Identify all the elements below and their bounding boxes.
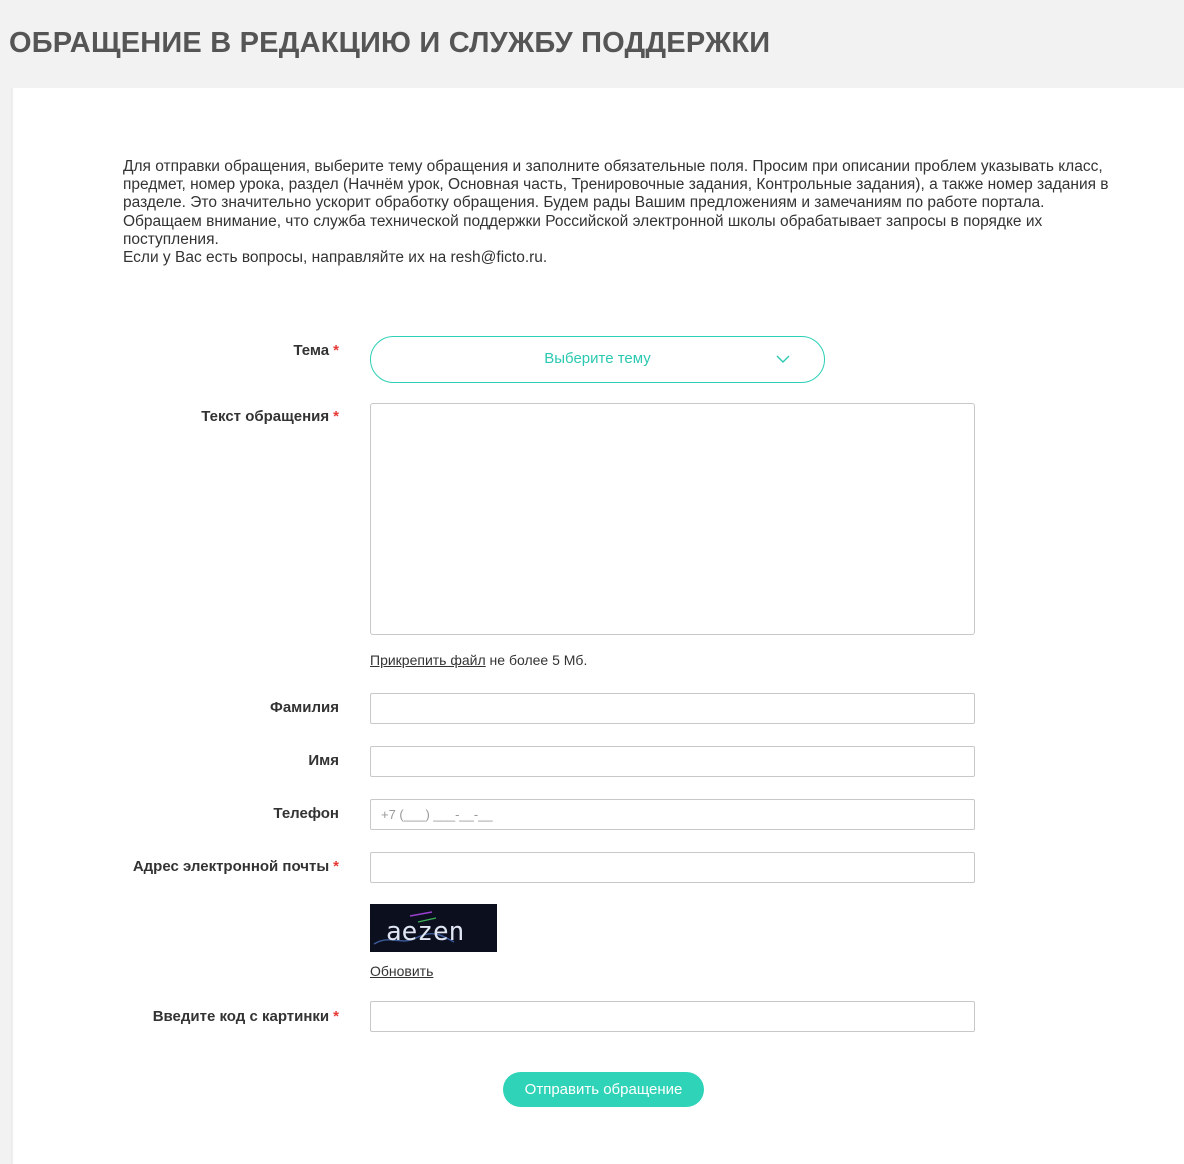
surname-label: Фамилия (270, 699, 339, 716)
attach-file-link[interactable]: Прикрепить файл (370, 652, 486, 668)
topic-label: Тема * (293, 342, 339, 359)
topic-label-text: Тема (293, 342, 330, 359)
attach-file-row: Прикрепить файл не более 5 Мб. (370, 652, 587, 668)
message-textarea[interactable] (370, 403, 975, 635)
captcha-image: aezen (370, 904, 497, 952)
intro-text: Для отправки обращения, выберите тему об… (123, 158, 1113, 267)
phone-input[interactable] (370, 799, 975, 830)
attach-file-note: не более 5 Мб. (485, 652, 588, 668)
email-label: Адрес электронной почты * (133, 858, 339, 875)
intro-paragraph-2: Обращаем внимание, что служба техническо… (123, 212, 1043, 248)
captcha-refresh-link[interactable]: Обновить (370, 963, 433, 979)
topic-select-value: Выберите тему (544, 350, 651, 367)
email-label-text: Адрес электронной почты (132, 858, 330, 875)
name-label: Имя (308, 752, 339, 769)
captcha-text: aezen (386, 917, 464, 947)
captcha-code-label: Введите код с картинки * (153, 1008, 339, 1025)
message-label-text: Текст обращения (201, 408, 330, 425)
page-title: ОБРАЩЕНИЕ В РЕДАКЦИЮ И СЛУЖБУ ПОДДЕРЖКИ (9, 27, 771, 59)
content-edge (0, 88, 14, 1164)
chevron-down-icon (776, 355, 790, 363)
message-label: Текст обращения * (201, 408, 339, 425)
required-mark: * (333, 342, 339, 359)
email-input[interactable] (370, 852, 975, 883)
required-mark: * (333, 408, 339, 425)
page-header: ОБРАЩЕНИЕ В РЕДАКЦИЮ И СЛУЖБУ ПОДДЕРЖКИ (0, 0, 1184, 88)
required-mark: * (333, 858, 339, 875)
topic-select[interactable]: Выберите тему (370, 336, 825, 383)
phone-label: Телефон (273, 805, 339, 822)
submit-button[interactable]: Отправить обращение (503, 1072, 704, 1107)
intro-paragraph-1: Для отправки обращения, выберите тему об… (123, 158, 1109, 212)
intro-paragraph-3: Если у Вас есть вопросы, направляйте их … (123, 249, 548, 267)
required-mark: * (333, 1008, 339, 1025)
name-input[interactable] (370, 746, 975, 777)
captcha-code-label-text: Введите код с картинки (152, 1008, 330, 1025)
surname-input[interactable] (370, 693, 975, 724)
captcha-code-input[interactable] (370, 1001, 975, 1032)
